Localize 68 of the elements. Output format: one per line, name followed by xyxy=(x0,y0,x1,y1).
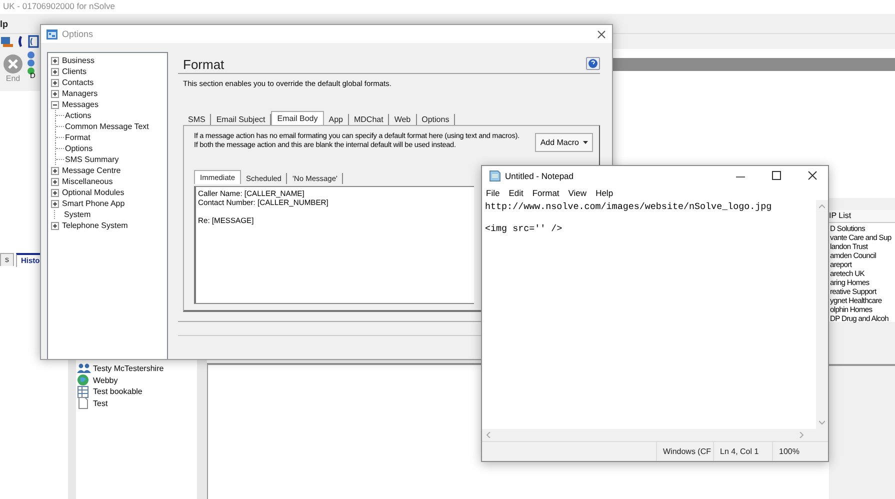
section-heading: Format xyxy=(183,57,224,73)
tab[interactable]: SMS xyxy=(183,114,212,125)
tab[interactable]: Web xyxy=(389,114,417,125)
tree-item[interactable]: Format xyxy=(65,133,90,142)
expand-toggle[interactable] xyxy=(51,68,59,76)
expand-toggle[interactable] xyxy=(51,178,59,186)
window-icon xyxy=(46,28,58,40)
menu-item[interactable]: lp xyxy=(0,18,8,28)
expand-toggle[interactable] xyxy=(51,78,59,86)
text-editor[interactable]: http://www.nsolve.com/images/website/nSolve_logo.jpg <img src='' /> xyxy=(482,200,816,429)
tree-item[interactable]: Test xyxy=(93,398,108,408)
tree-item[interactable]: Common Message Text xyxy=(65,122,149,131)
notepad-icon xyxy=(489,169,501,182)
tree-item[interactable]: Managers xyxy=(62,89,98,98)
status-text: Windows (CF xyxy=(656,442,713,461)
status-text: Ln 4, Col 1 xyxy=(713,442,772,461)
phone-icon[interactable] xyxy=(17,35,25,48)
tree-item[interactable]: Telephone System xyxy=(62,221,128,230)
menu-item[interactable]: Help xyxy=(596,188,614,198)
tree-item[interactable]: SMS Summary xyxy=(65,155,119,164)
window-title: UK - 01706902000 for nSolve xyxy=(2,0,116,13)
tree-item[interactable]: Clients xyxy=(62,67,86,76)
expand-toggle[interactable] xyxy=(51,56,59,64)
tree-item[interactable]: Contacts xyxy=(62,78,94,87)
window-title: Options xyxy=(62,29,94,39)
calendar-icon xyxy=(77,386,91,398)
collapse-toggle[interactable] xyxy=(51,100,59,108)
expand-toggle[interactable] xyxy=(51,90,59,98)
expand-toggle[interactable] xyxy=(51,188,59,196)
tree-item[interactable]: Optional Modules xyxy=(62,188,124,197)
expand-toggle[interactable] xyxy=(51,166,59,174)
tree-item[interactable]: Business xyxy=(62,56,94,65)
menu-item[interactable]: File xyxy=(486,188,500,198)
tab[interactable]: Email Body xyxy=(271,111,324,125)
tree-item[interactable]: Miscellaneous xyxy=(62,177,113,186)
list-header: IP List xyxy=(829,210,895,223)
add-macro-button[interactable]: Add Macro xyxy=(535,133,593,152)
tab[interactable]: Options xyxy=(416,114,456,125)
globe-icon xyxy=(77,374,91,386)
tree-item[interactable]: Smart Phone App xyxy=(62,199,125,208)
tree-item[interactable]: Actions xyxy=(65,111,92,120)
tab[interactable]: MDChat xyxy=(348,114,390,125)
expand-toggle[interactable] xyxy=(51,222,59,230)
tab[interactable]: s xyxy=(0,253,14,266)
maximize-icon xyxy=(772,171,780,180)
tab[interactable]: App xyxy=(324,114,349,125)
tree-item[interactable]: Options xyxy=(65,144,93,153)
page-icon xyxy=(77,397,91,410)
tree-item[interactable]: Testy McTestershire xyxy=(93,364,164,374)
tree-item[interactable]: Webby xyxy=(93,376,118,385)
contacts-icon[interactable] xyxy=(0,35,14,48)
people-icon xyxy=(77,362,91,375)
tree-item[interactable]: Test bookable xyxy=(93,387,142,396)
tree-item[interactable]: Message Centre xyxy=(62,166,121,175)
close-icon xyxy=(808,171,816,180)
menu-item[interactable]: View xyxy=(568,188,587,198)
help-icon[interactable] xyxy=(586,57,600,70)
window-title: Untitled - Notepad xyxy=(505,170,574,180)
menu-item[interactable]: Edit xyxy=(508,188,524,198)
close-icon xyxy=(596,30,606,38)
expand-toggle[interactable] xyxy=(51,200,59,208)
tree-item[interactable]: Messages xyxy=(62,100,98,109)
menu-item[interactable]: Format xyxy=(532,188,560,198)
status-text: 100% xyxy=(772,442,819,461)
phone-book-icon[interactable] xyxy=(28,35,40,48)
close-circle-icon xyxy=(3,54,23,74)
caret-icon xyxy=(583,141,588,144)
tree-item[interactable]: System xyxy=(64,210,91,219)
